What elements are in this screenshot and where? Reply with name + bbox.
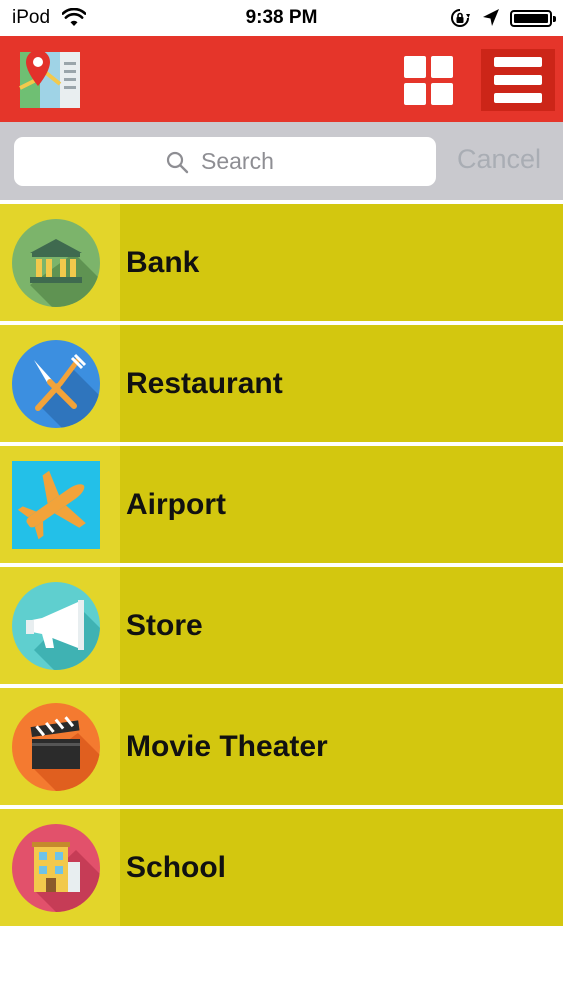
search-icon: [166, 151, 189, 173]
fork-knife-icon: [12, 340, 100, 428]
status-time: 9:38 PM: [245, 7, 318, 28]
location-arrow-icon: [483, 9, 499, 26]
category-row-store[interactable]: Store: [0, 567, 563, 684]
clapperboard-icon: [12, 703, 100, 791]
category-row-school[interactable]: School: [0, 809, 563, 926]
category-label: Movie Theater: [126, 730, 328, 763]
map-pin-icon[interactable]: [18, 48, 82, 112]
menu-button[interactable]: [481, 49, 555, 111]
category-row-airport[interactable]: Airport: [0, 446, 563, 563]
category-label: Restaurant: [126, 367, 283, 400]
airplane-icon: [12, 461, 100, 549]
category-label: Bank: [126, 246, 200, 279]
school-building-icon: [12, 824, 100, 912]
app-header: [0, 36, 563, 122]
orientation-lock-icon: [451, 9, 470, 27]
category-label: Airport: [126, 488, 226, 521]
category-row-movie-theater[interactable]: Movie Theater: [0, 688, 563, 805]
hamburger-menu-icon: [494, 57, 542, 67]
bank-icon: [12, 219, 100, 307]
status-bar: iPod 9:38 PM: [0, 0, 563, 36]
category-label: School: [126, 851, 227, 884]
search-bar: Cancel: [0, 122, 563, 200]
grid-view-button[interactable]: [404, 56, 454, 106]
search-box[interactable]: [14, 137, 436, 186]
cancel-button[interactable]: Cancel: [457, 144, 541, 175]
battery-icon: [510, 10, 556, 27]
category-row-restaurant[interactable]: Restaurant: [0, 325, 563, 442]
megaphone-icon: [12, 582, 100, 670]
category-row-bank[interactable]: Bank: [0, 204, 563, 321]
grid-icon: [404, 56, 426, 78]
category-list: Bank Restaurant Airport Store Movie Thea…: [0, 200, 563, 926]
category-label: Store: [126, 609, 203, 642]
search-input[interactable]: [201, 148, 285, 175]
